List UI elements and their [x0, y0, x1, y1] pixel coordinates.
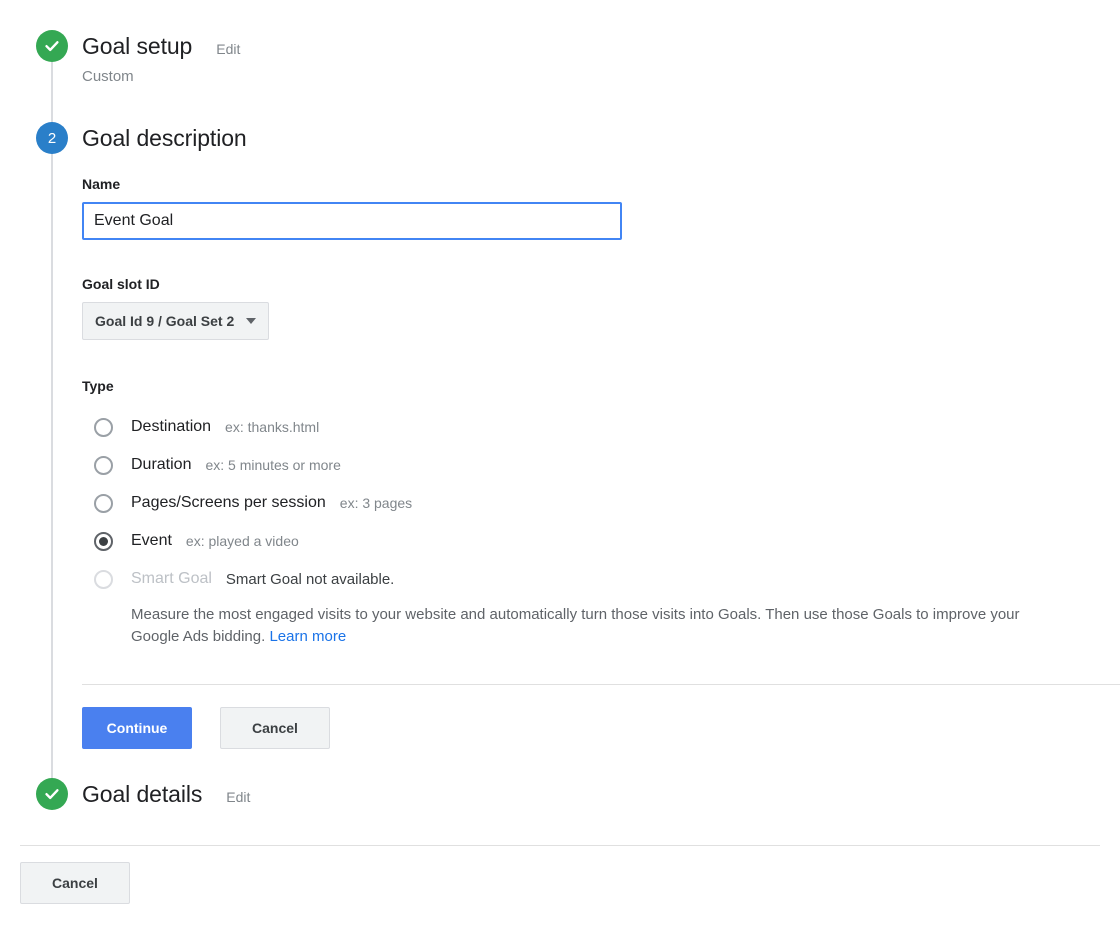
step-goal-description-header: Goal description: [82, 122, 1120, 154]
name-label: Name: [82, 176, 121, 192]
radio-icon[interactable]: [94, 417, 113, 437]
goal-slot-selected-value: Goal Id 9 / Goal Set 2: [95, 313, 235, 329]
type-option-destination[interactable]: Destination ex: thanks.html: [82, 408, 1120, 446]
step-goal-setup-marker: [36, 30, 68, 62]
step-goal-description-marker: 2: [36, 122, 68, 154]
goal-slot-label: Goal slot ID: [82, 276, 160, 292]
footer-cancel-button[interactable]: Cancel: [20, 862, 130, 904]
radio-icon-selected[interactable]: [94, 531, 113, 551]
type-option-example: ex: played a video: [185, 533, 299, 549]
type-radio-group: Destination ex: thanks.html Duration ex:…: [82, 408, 1120, 648]
step-number: 2: [47, 129, 57, 147]
type-label: Type: [82, 378, 114, 394]
type-option-example: ex: 3 pages: [339, 495, 413, 511]
type-option-smart-goal: Smart Goal Smart Goal not available.: [82, 560, 1120, 598]
radio-icon[interactable]: [94, 455, 113, 475]
type-option-event[interactable]: Event ex: played a video: [82, 522, 1120, 560]
footer-actions: Cancel: [20, 862, 130, 904]
check-icon: [45, 789, 59, 800]
smart-goal-description: Measure the most engaged visits to your …: [131, 604, 1031, 648]
continue-button[interactable]: Continue: [82, 707, 192, 749]
name-field-group: Name: [82, 176, 1120, 240]
step-goal-setup-header: Goal setup Edit: [82, 30, 1120, 62]
step-goal-details-edit-link[interactable]: Edit: [226, 781, 250, 813]
cancel-button[interactable]: Cancel: [220, 707, 330, 749]
goal-slot-select[interactable]: Goal Id 9 / Goal Set 2: [82, 302, 270, 340]
learn-more-link[interactable]: Learn more: [269, 628, 346, 645]
step-goal-details-marker: [36, 778, 68, 810]
step-action-buttons: Continue Cancel: [82, 707, 1120, 749]
step-goal-setup-edit-link[interactable]: Edit: [216, 33, 240, 65]
smart-goal-description-text: Measure the most engaged visits to your …: [131, 606, 1020, 645]
type-option-label: Duration: [131, 456, 192, 473]
footer-divider: [20, 845, 1100, 846]
type-option-label: Smart Goal: [131, 570, 212, 587]
step-goal-description-title: Goal description: [82, 125, 247, 151]
goal-slot-field-group: Goal slot ID Goal Id 9 / Goal Set 2: [82, 276, 1120, 340]
section-divider: [82, 684, 1120, 685]
type-option-label: Event: [131, 532, 172, 549]
chevron-down-icon: [246, 318, 257, 324]
step-goal-setup-value: Custom: [82, 68, 134, 85]
type-option-example: ex: 5 minutes or more: [205, 457, 341, 473]
goal-name-input[interactable]: [82, 202, 622, 240]
radio-icon-disabled: [94, 569, 113, 589]
type-option-example: ex: thanks.html: [225, 419, 320, 435]
type-option-pages-per-session[interactable]: Pages/Screens per session ex: 3 pages: [82, 484, 1120, 522]
step-goal-setup-title: Goal setup: [82, 33, 193, 59]
type-option-label: Destination: [131, 418, 212, 435]
step-goal-details-header: Goal details Edit: [82, 778, 1120, 810]
type-field-group: Type Destination ex: thanks.html Duratio…: [82, 378, 1120, 648]
radio-icon[interactable]: [94, 493, 113, 513]
step-goal-setup: Goal setup Edit Custom: [0, 30, 1120, 85]
check-icon: [45, 41, 59, 52]
step-goal-description: 2 Goal description Name Goal slot ID Goa…: [0, 122, 1120, 749]
type-option-label: Pages/Screens per session: [131, 494, 326, 511]
type-option-duration[interactable]: Duration ex: 5 minutes or more: [82, 446, 1120, 484]
step-goal-details: Goal details Edit: [0, 778, 1120, 810]
step-goal-details-title: Goal details: [82, 781, 203, 807]
smart-goal-unavailable-text: Smart Goal not available.: [225, 570, 395, 588]
